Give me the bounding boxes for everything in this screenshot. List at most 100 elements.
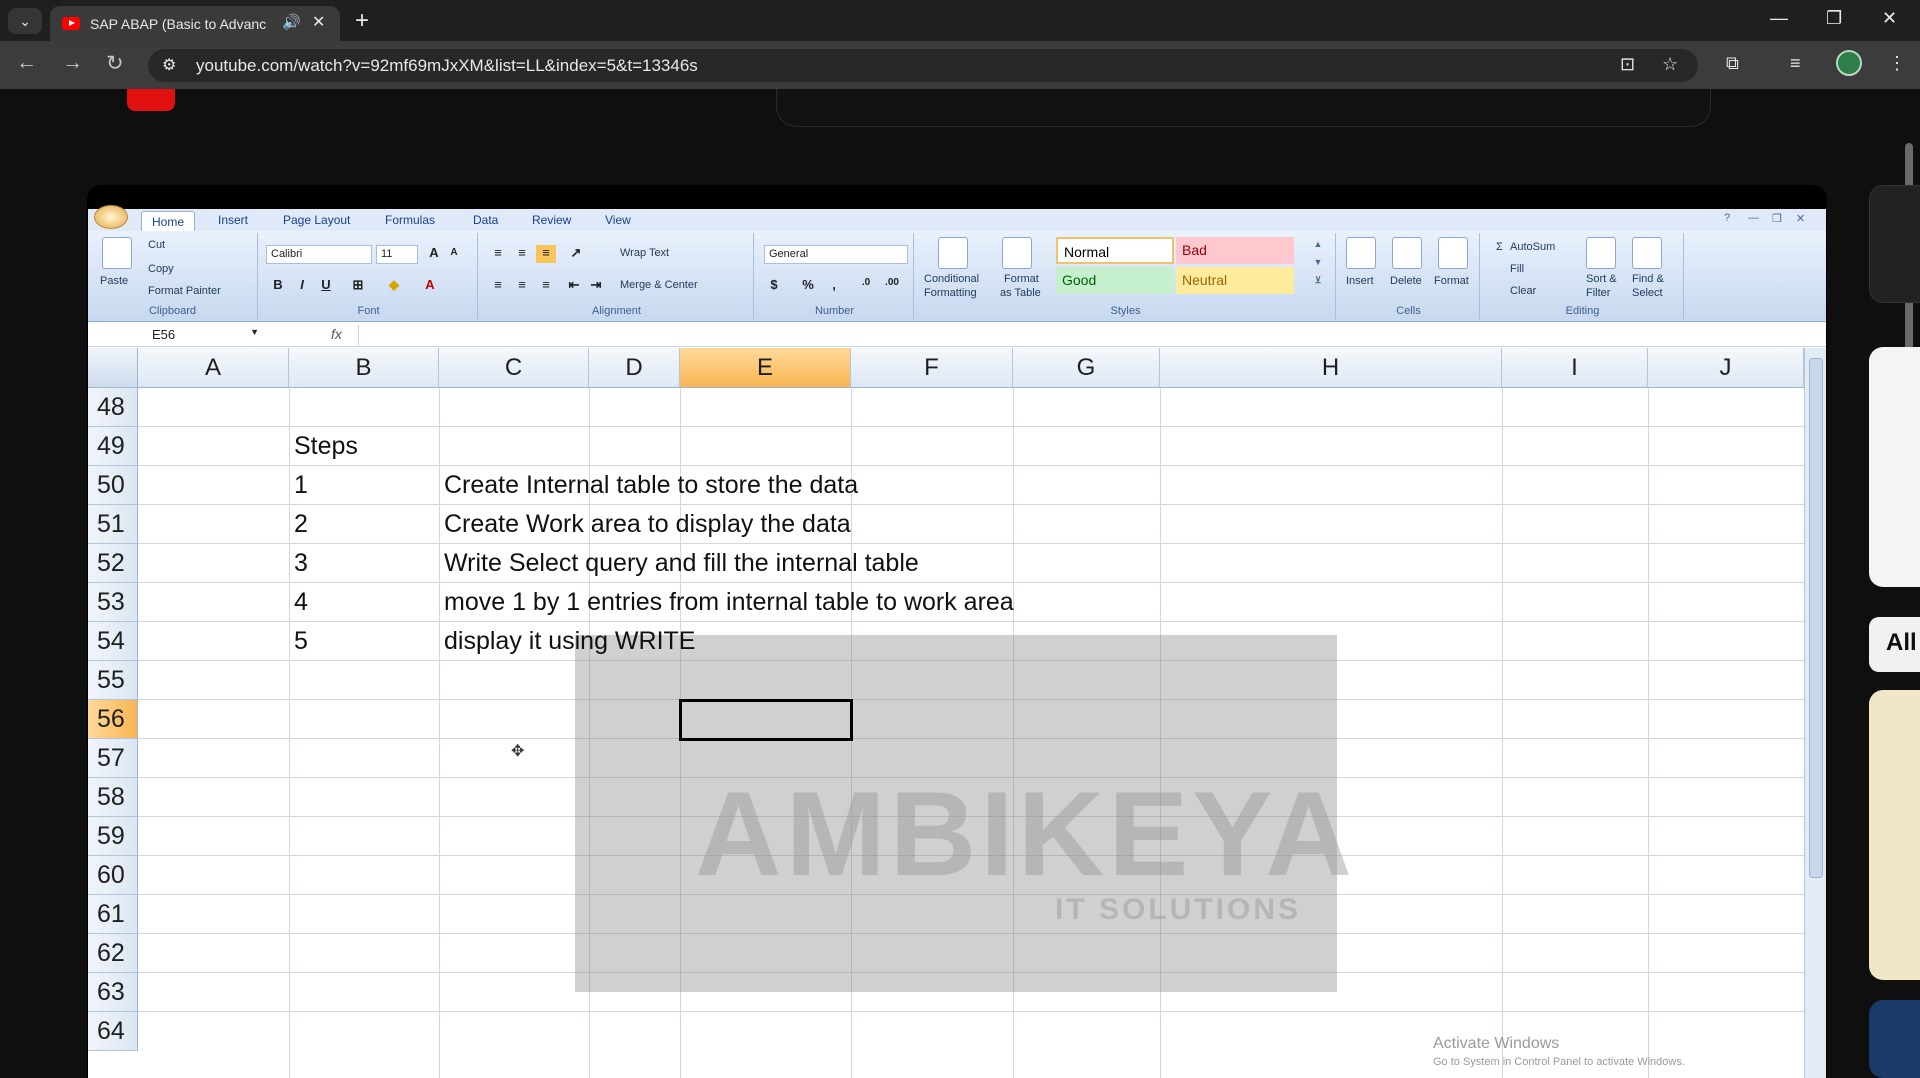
select-all-corner[interactable] <box>88 348 138 388</box>
reload-icon[interactable]: ↻ <box>106 51 124 76</box>
delete-cells-icon[interactable] <box>1392 237 1422 269</box>
fill-button[interactable]: Fill <box>1510 263 1524 275</box>
row-header[interactable]: 55 <box>88 661 138 700</box>
row-header[interactable]: 63 <box>88 973 138 1012</box>
column-header-c[interactable]: C <box>439 348 589 388</box>
menu-kebab-icon[interactable]: ⋮ <box>1888 53 1906 74</box>
row-header[interactable]: 58 <box>88 778 138 817</box>
format-as-table-label[interactable]: Format <box>1004 273 1039 285</box>
conditional-formatting-label-2[interactable]: Formatting <box>924 287 977 299</box>
styles-scroll-down-icon[interactable]: ▼ <box>1308 257 1328 275</box>
align-top-icon[interactable]: ≡ <box>488 245 508 263</box>
address-bar[interactable]: ⚙ youtube.com/watch?v=92mf69mJxXM&list=L… <box>148 49 1698 82</box>
row-header[interactable]: 51 <box>88 505 138 544</box>
excel-close-icon[interactable]: ✕ <box>1796 212 1805 225</box>
styles-scroll-up-icon[interactable]: ▲ <box>1308 239 1328 257</box>
clear-button[interactable]: Clear <box>1510 285 1536 297</box>
sort-filter-label-2[interactable]: Filter <box>1586 287 1610 299</box>
format-cells-button[interactable]: Format <box>1434 275 1469 287</box>
recommendation-thumbnail[interactable] <box>1869 690 1920 980</box>
scrollbar-thumb[interactable] <box>1809 358 1823 878</box>
close-window-icon[interactable]: ✕ <box>1882 8 1897 29</box>
extensions-icon[interactable]: ⧉ <box>1726 53 1739 74</box>
row-header[interactable]: 62 <box>88 934 138 973</box>
shrink-font-button[interactable]: A <box>444 247 464 265</box>
row-header-selected[interactable]: 56 <box>88 700 138 739</box>
format-as-table-icon[interactable] <box>1002 237 1032 269</box>
comma-button[interactable]: , <box>824 277 844 295</box>
format-cells-icon[interactable] <box>1438 237 1468 269</box>
grow-font-button[interactable]: A <box>424 245 444 263</box>
style-good[interactable]: Good <box>1056 267 1174 294</box>
minimize-icon[interactable]: — <box>1770 8 1788 29</box>
back-icon[interactable]: ← <box>16 51 37 75</box>
autosum-icon[interactable]: Σ <box>1496 241 1503 253</box>
increase-indent-icon[interactable]: ⇥ <box>586 277 606 295</box>
number-format-select[interactable]: General <box>764 245 908 264</box>
cell-b54[interactable]: 5 <box>294 622 308 661</box>
align-center-icon[interactable]: ≡ <box>512 277 532 295</box>
borders-icon[interactable]: ⊞ <box>348 277 368 295</box>
recommendation-card[interactable] <box>1869 185 1920 303</box>
row-header[interactable]: 57 <box>88 739 138 778</box>
conditional-formatting-label[interactable]: Conditional <box>924 273 979 285</box>
wrap-text-button[interactable]: Wrap Text <box>620 247 669 259</box>
worksheet-grid[interactable]: A B C D E F G H I J 48 49 50 51 52 53 54… <box>88 348 1804 1078</box>
speaker-icon[interactable]: 🔊 <box>282 13 301 31</box>
column-header-d[interactable]: D <box>589 348 680 388</box>
formula-input[interactable] <box>358 325 1798 345</box>
column-header-j[interactable]: J <box>1648 348 1804 388</box>
install-app-icon[interactable]: ⊡ <box>1620 54 1635 75</box>
style-bad[interactable]: Bad <box>1176 237 1294 264</box>
tab-home[interactable]: Home <box>141 211 196 231</box>
vertical-scrollbar[interactable] <box>1804 348 1826 1078</box>
tab-formulas[interactable]: Formulas <box>385 213 435 227</box>
row-header[interactable]: 60 <box>88 856 138 895</box>
decrease-decimal-icon[interactable]: .00 <box>882 277 902 295</box>
media-controls-icon[interactable]: ≡ <box>1790 53 1801 74</box>
office-button[interactable] <box>94 205 128 229</box>
percent-button[interactable]: % <box>798 277 818 295</box>
help-icon[interactable]: ? <box>1724 212 1730 224</box>
increase-decimal-icon[interactable]: .0 <box>856 277 876 295</box>
column-header-i[interactable]: I <box>1502 348 1648 388</box>
column-header-b[interactable]: B <box>289 348 439 388</box>
cell-c53[interactable]: move 1 by 1 entries from internal table … <box>444 583 1014 622</box>
cell-b49[interactable]: Steps <box>294 427 358 466</box>
bookmark-star-icon[interactable]: ☆ <box>1662 54 1678 75</box>
row-header[interactable]: 61 <box>88 895 138 934</box>
insert-function-icon[interactable]: fx <box>331 326 342 342</box>
format-as-table-label-2[interactable]: as Table <box>1000 287 1041 299</box>
youtube-logo[interactable] <box>127 89 175 111</box>
row-header[interactable]: 53 <box>88 583 138 622</box>
tab-search-button[interactable]: ⌄ <box>8 8 42 34</box>
cell-c50[interactable]: Create Internal table to store the data <box>444 466 858 505</box>
tab-review[interactable]: Review <box>532 213 571 227</box>
cell-b50[interactable]: 1 <box>294 466 308 505</box>
cell-b51[interactable]: 2 <box>294 505 308 544</box>
insert-cells-button[interactable]: Insert <box>1346 275 1374 287</box>
tab-view[interactable]: View <box>605 213 631 227</box>
column-header-a[interactable]: A <box>138 348 289 388</box>
bold-button[interactable]: B <box>268 277 288 295</box>
align-right-icon[interactable]: ≡ <box>536 277 556 295</box>
cell-c51[interactable]: Create Work area to display the data <box>444 505 851 544</box>
sort-filter-icon[interactable] <box>1586 237 1616 269</box>
find-select-label-2[interactable]: Select <box>1632 287 1663 299</box>
cell-c52[interactable]: Write Select query and fill the internal… <box>444 544 919 583</box>
tab-data[interactable]: Data <box>473 213 498 227</box>
row-header[interactable]: 52 <box>88 544 138 583</box>
row-header[interactable]: 64 <box>88 1012 138 1051</box>
styles-more-icon[interactable]: ⊻ <box>1308 275 1328 293</box>
cut-button[interactable]: Cut <box>148 239 165 251</box>
find-select-icon[interactable] <box>1632 237 1662 269</box>
excel-restore-icon[interactable]: ❐ <box>1772 212 1782 225</box>
row-header[interactable]: 59 <box>88 817 138 856</box>
find-select-label[interactable]: Find & <box>1632 273 1664 285</box>
paste-button[interactable]: Paste <box>100 275 128 287</box>
site-info-icon[interactable]: ⚙ <box>162 55 176 75</box>
profile-avatar[interactable] <box>1836 50 1862 76</box>
name-box[interactable]: E56 ▼ <box>88 325 263 345</box>
video-player[interactable]: Home Insert Page Layout Formulas Data Re… <box>87 185 1827 1078</box>
column-header-f[interactable]: F <box>851 348 1013 388</box>
